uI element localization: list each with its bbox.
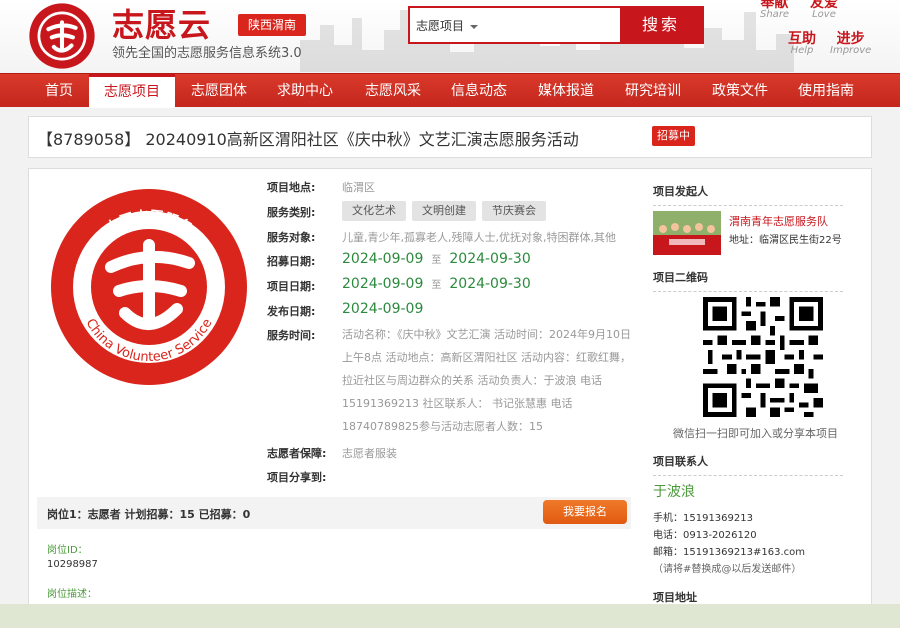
sponsor-photo[interactable]: [653, 211, 721, 255]
email-note: （请将#替换成@以后发送邮件）: [653, 564, 802, 575]
location-value: 临渭区: [342, 181, 375, 194]
field-label: 招募日期:: [267, 255, 316, 268]
main-nav: 首页 志愿项目 志愿团体 求助中心 志愿风采 信息动态 媒体报道 研究培训 政策…: [0, 73, 900, 108]
motto-en: Love: [812, 9, 836, 20]
contact-phone: 手机：15191369213: [653, 513, 753, 524]
recruit-end: 2024-09-30: [449, 251, 531, 267]
position-title: 岗位1：志愿者 计划招募：15 已招募：0: [47, 508, 251, 521]
contact-heading: 项目联系人: [653, 453, 843, 476]
position-bar: 岗位1：志愿者 计划招募：15 已招募：0 我要报名: [37, 497, 631, 529]
nav-groups[interactable]: 志愿团体: [176, 74, 262, 108]
field-label: 服务类别:: [267, 206, 316, 219]
sponsor-address: 地址：临渭区民生街22号: [729, 235, 842, 246]
search-box: 志愿项目 搜索: [408, 6, 704, 44]
contact-email: 邮箱：15191369213#163.com: [653, 547, 805, 558]
nav-training[interactable]: 研究培训: [610, 74, 696, 108]
motto-en: Help: [790, 45, 814, 56]
field-label: 项目日期:: [267, 280, 316, 293]
insurance-value: 志愿者服装: [342, 447, 397, 460]
motto-en: Share: [760, 9, 790, 20]
nav-media[interactable]: 媒体报道: [522, 74, 610, 108]
search-input[interactable]: [490, 12, 618, 38]
sponsor-heading: 项目发起人: [653, 183, 843, 206]
contact-name: 于波浪: [653, 484, 695, 500]
region-switcher[interactable]: 陕西渭南: [238, 14, 306, 36]
sidebar: 项目发起人 渭南青年志愿服务队 地址：临渭区民生街22号 项目二维码 微信扫一扫…: [653, 169, 873, 612]
contact-tel: 电话：0913-2026120: [653, 530, 757, 541]
field-label: 志愿者保障:: [267, 447, 327, 460]
motto-share: 奉献 Share: [760, 0, 789, 20]
motto-love: 友爱 Love: [810, 0, 838, 20]
category-tag[interactable]: 文化艺术: [342, 201, 406, 221]
apply-button[interactable]: 我要报名: [543, 500, 627, 524]
qr-code: [703, 297, 823, 417]
motto-cn: 进步: [836, 31, 865, 47]
date-separator: 至: [431, 255, 442, 266]
nav-guide[interactable]: 使用指南: [784, 74, 868, 108]
field-label: 服务时间:: [267, 329, 316, 342]
target-value: 儿童,青少年,孤寡老人,残障人士,优抚对象,特困群体,其他: [342, 231, 616, 244]
category-tags: 文化艺术 文明创建 节庆赛会: [342, 201, 552, 221]
search-category-select[interactable]: 志愿项目: [416, 17, 479, 34]
publish-date: 2024-09-09: [342, 301, 424, 317]
recruit-range: 2024-09-09 至 2024-09-30: [342, 251, 531, 267]
chevron-down-icon: [470, 24, 479, 33]
nav-news[interactable]: 信息动态: [436, 74, 522, 108]
sponsor-name[interactable]: 渭南青年志愿服务队: [729, 213, 828, 229]
brand-name[interactable]: 志愿云: [112, 0, 211, 46]
project-title-bar: 【8789058】 20240910高新区渭阳社区《庆中秋》文艺汇演志愿服务活动…: [28, 116, 872, 158]
nav-projects[interactable]: 志愿项目: [89, 74, 175, 108]
category-tag[interactable]: 文明创建: [412, 201, 476, 221]
project-range: 2024-09-09 至 2024-09-30: [342, 276, 531, 292]
nav-help-center[interactable]: 求助中心: [262, 74, 348, 108]
search-button[interactable]: 搜索: [620, 8, 702, 42]
service-time-text: 活动名称：《庆中秋》文艺汇演 活动时间：2024年9月10日上午8点 活动地点：…: [342, 328, 631, 433]
china-volunteer-service-logo: 中国志愿服务 China Volunteer Service: [51, 189, 247, 385]
nav-home[interactable]: 首页: [30, 74, 88, 108]
qr-heading: 项目二维码: [653, 269, 843, 292]
bottom-band: [0, 604, 900, 628]
project-start: 2024-09-09: [342, 276, 424, 292]
motto-cn: 互助: [788, 31, 816, 47]
motto-help: 互助 Help: [788, 32, 816, 56]
category-tag[interactable]: 节庆赛会: [482, 201, 546, 221]
field-label: 服务对象:: [267, 231, 316, 244]
position-id-label: 岗位ID：: [47, 545, 88, 556]
qr-caption: 微信扫一扫即可加入或分享本项目: [673, 427, 838, 440]
position-id-value: 10298987: [47, 559, 98, 570]
motto-improve: 进步 Improve: [830, 32, 871, 56]
site-header: 志愿云 陕西渭南 领先全国的志愿服务信息系统3.0 志愿项目 搜索 奉献 Sha…: [0, 0, 900, 72]
slogan: 领先全国的志愿服务信息系统3.0: [112, 46, 302, 61]
china-volunteer-logo[interactable]: [28, 2, 96, 70]
field-label: 项目地点:: [267, 181, 316, 194]
field-label: 发布日期:: [267, 305, 316, 318]
recruit-start: 2024-09-09: [342, 251, 424, 267]
nav-policy[interactable]: 政策文件: [696, 74, 784, 108]
search-category-label: 志愿项目: [416, 19, 465, 33]
motto-en: Improve: [830, 45, 872, 56]
date-separator: 至: [431, 280, 442, 291]
nav-showcase[interactable]: 志愿风采: [350, 74, 436, 108]
position-desc-label: 岗位描述：: [47, 589, 97, 600]
project-detail: 中国志愿服务 China Volunteer Service 项目地点: 临渭区…: [28, 168, 873, 612]
status-badge: 招募中: [652, 126, 695, 146]
field-label: 项目分享到:: [267, 471, 327, 484]
project-title: 【8789058】 20240910高新区渭阳社区《庆中秋》文艺汇演志愿服务活动: [37, 130, 579, 149]
project-end: 2024-09-30: [449, 276, 531, 292]
